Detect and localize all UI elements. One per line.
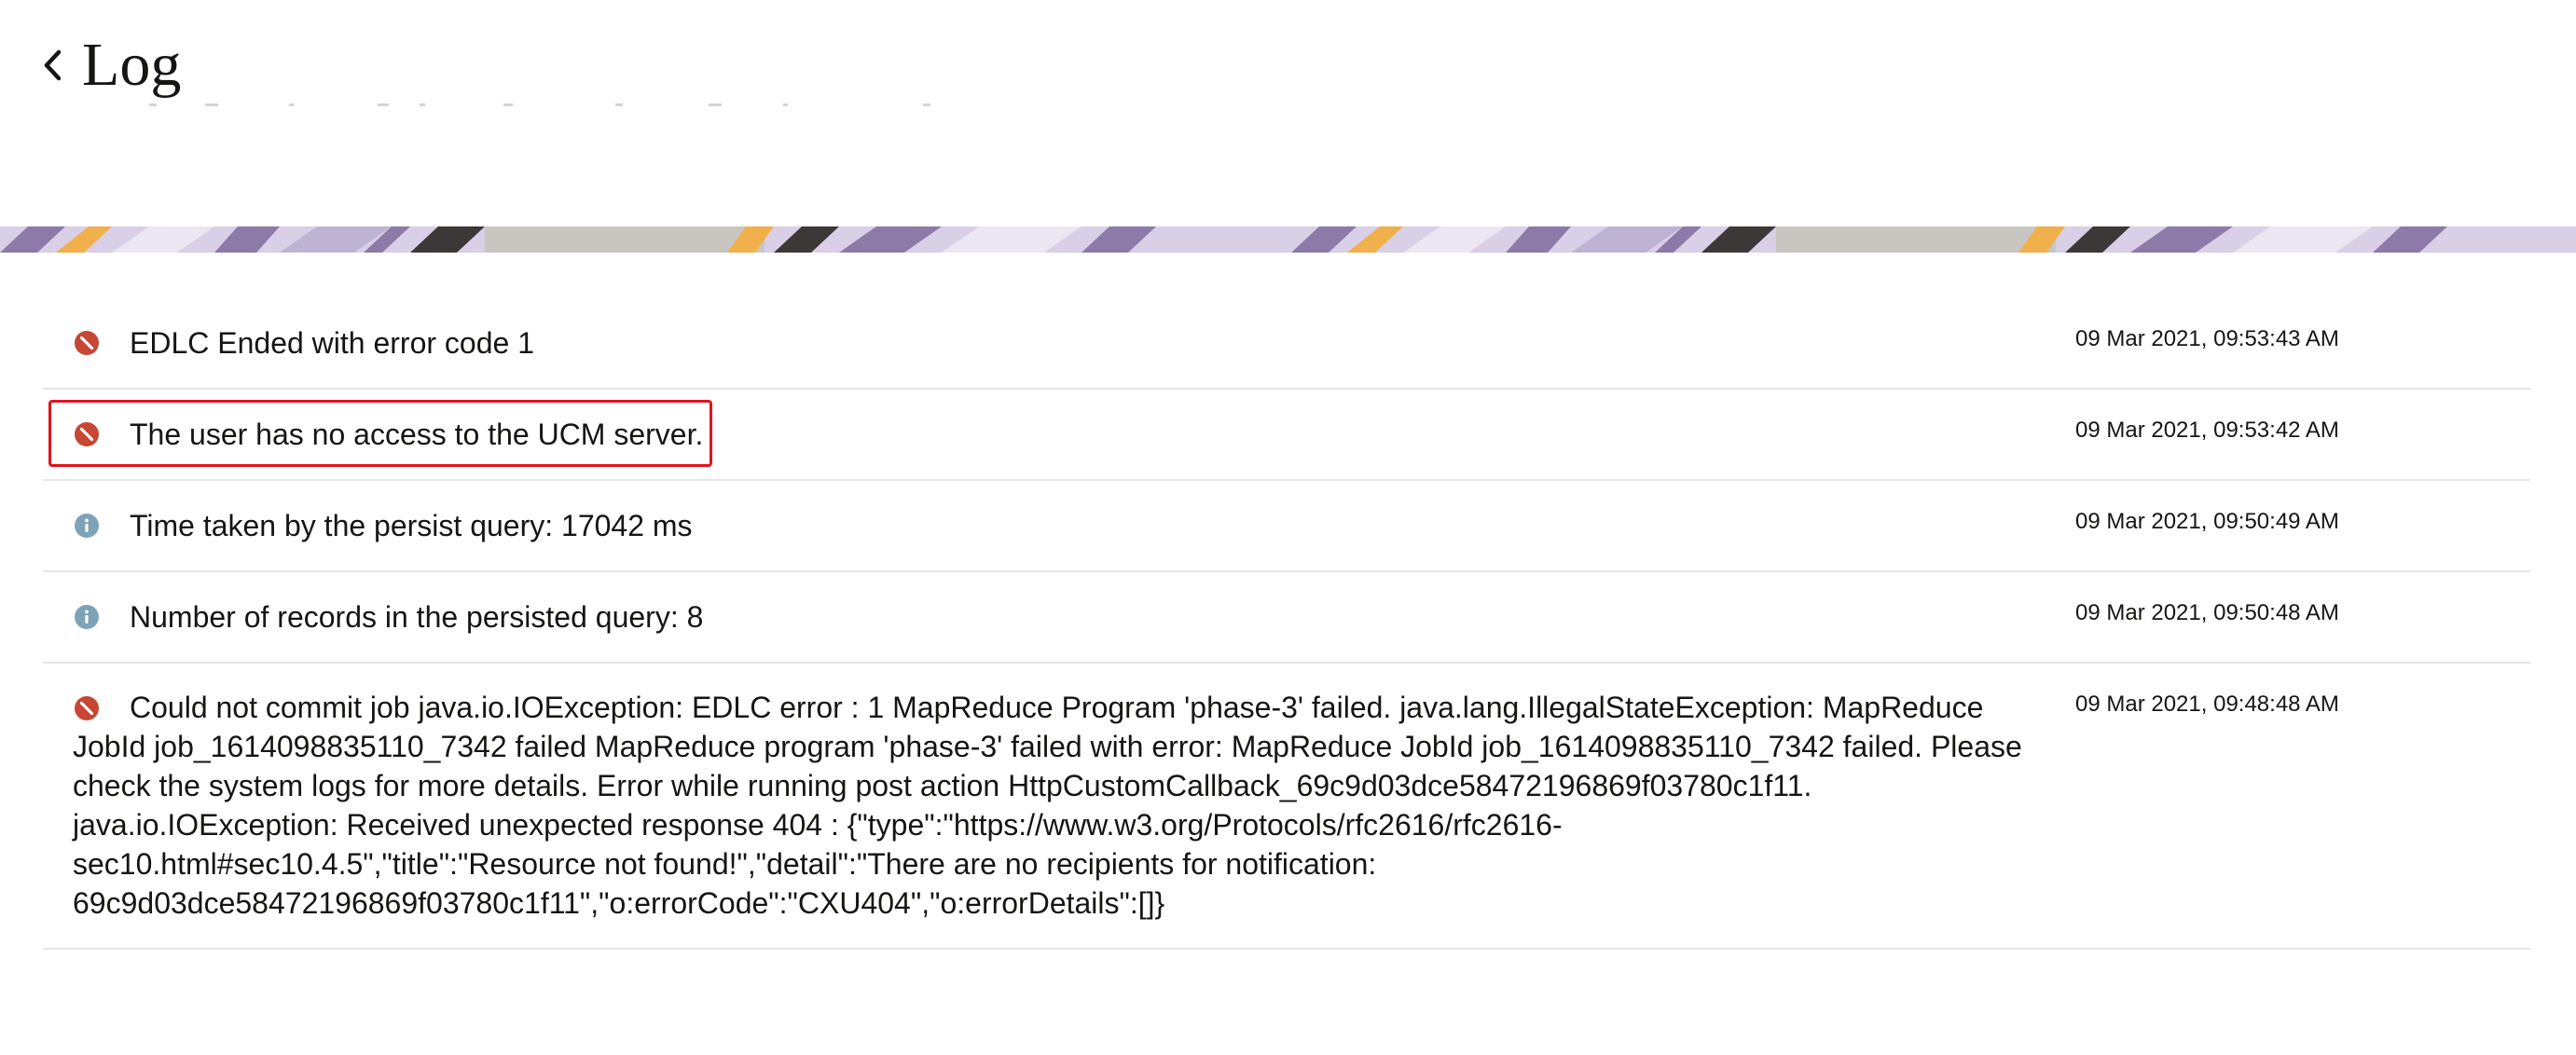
faded-subtitle-remnant bbox=[149, 103, 930, 106]
error-icon bbox=[74, 421, 100, 447]
info-icon bbox=[74, 604, 100, 630]
log-entry[interactable]: EDLC Ended with error code 1 09 Mar 2021… bbox=[43, 298, 2530, 390]
page-title: Log bbox=[82, 31, 182, 99]
log-timestamp: 09 Mar 2021, 09:50:48 AM bbox=[2075, 600, 2339, 625]
back-button[interactable] bbox=[35, 37, 69, 93]
decorative-banner bbox=[0, 226, 2576, 253]
chevron-left-icon bbox=[41, 47, 63, 84]
log-entry[interactable]: Number of records in the persisted query… bbox=[43, 572, 2530, 664]
log-entry[interactable]: Could not commit job java.io.IOException… bbox=[43, 664, 2530, 950]
log-timestamp: 09 Mar 2021, 09:53:42 AM bbox=[2075, 418, 2339, 443]
info-icon bbox=[74, 513, 100, 539]
log-message: Number of records in the persisted query… bbox=[130, 600, 704, 634]
log-timestamp: 09 Mar 2021, 09:48:48 AM bbox=[2075, 692, 2339, 717]
log-message: EDLC Ended with error code 1 bbox=[130, 326, 534, 360]
page-header: Log bbox=[35, 28, 181, 103]
log-message: Could not commit job java.io.IOException… bbox=[73, 691, 2022, 920]
log-page: Log EDLC Ended with error code 1 09 Mar … bbox=[0, 0, 2576, 1055]
log-timestamp: 09 Mar 2021, 09:50:49 AM bbox=[2075, 509, 2339, 534]
log-timestamp: 09 Mar 2021, 09:53:43 AM bbox=[2075, 326, 2339, 351]
log-message: Time taken by the persist query: 17042 m… bbox=[130, 509, 693, 542]
log-message: The user has no access to the UCM server… bbox=[130, 418, 704, 451]
log-entry[interactable]: The user has no access to the UCM server… bbox=[43, 390, 2530, 481]
log-list: EDLC Ended with error code 1 09 Mar 2021… bbox=[43, 298, 2530, 950]
error-icon bbox=[74, 330, 100, 356]
log-entry[interactable]: Time taken by the persist query: 17042 m… bbox=[43, 481, 2530, 572]
